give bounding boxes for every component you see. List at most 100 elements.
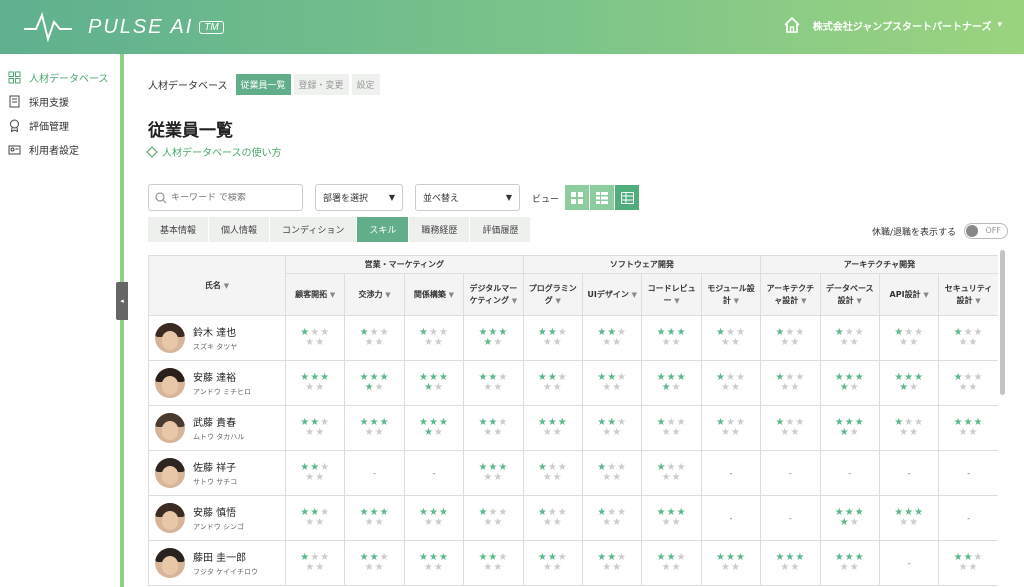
tab-basic-info[interactable]: 基本情報 — [148, 217, 209, 242]
skill-column-header[interactable]: API設計 ▼ — [878, 273, 940, 316]
view-grid-button[interactable] — [565, 185, 589, 210]
skill-column-header[interactable]: セキュリティ設計 ▼ — [938, 273, 998, 316]
star-rating: ★★★ ★★ — [597, 328, 627, 348]
subtab-register[interactable]: 登録・変更 — [293, 74, 349, 95]
company-menu[interactable]: 株式会社ジャンプスタートパートナーズ ▾ — [783, 16, 1002, 34]
avatar-face — [162, 421, 178, 440]
table-row[interactable]: 武藤 貴春 ムトウ タカハル ★★★ ★★ ★★★ ★★ ★★★ ★★ ★★★ ★★ ★★★ ★★ ★★… — [148, 405, 998, 451]
tab-personal-info[interactable]: 個人情報 — [209, 217, 270, 242]
view-list-button[interactable] — [590, 185, 614, 210]
star-rating: ★★★ ★★ — [657, 508, 687, 528]
sort-icon: ▼ — [923, 290, 929, 299]
department-select-value: 部署を選択 — [323, 194, 369, 204]
sort-icon: ▼ — [448, 290, 455, 299]
star-icon: ★ — [968, 337, 979, 348]
star-rating: ★★★ ★★ — [835, 373, 865, 393]
employee-name-cell[interactable]: 安藤 達裕 アンドウ ミチヒロ — [148, 360, 286, 406]
name-column-header[interactable]: 氏名 ▼ — [148, 255, 286, 316]
table-row[interactable]: 安藤 慎悟 アンドウ シンゴ ★★★ ★★ ★★★ ★★ ★★★ ★★ ★★★ ★★ ★★★ ★★ ★★… — [148, 495, 998, 541]
star-rating: ★★★ ★★ — [419, 508, 449, 528]
star-rating-row: ★★ — [954, 563, 984, 573]
sidebar-item-evaluation[interactable]: 評価管理 — [0, 113, 120, 137]
group-header-software: ソフトウェア開発 — [522, 255, 762, 274]
tab-career[interactable]: 職務経歴 — [409, 217, 470, 242]
star-icon: ★ — [780, 382, 791, 393]
star-icon: ★ — [909, 337, 920, 348]
star-icon: ★ — [374, 382, 385, 393]
star-icon: ★ — [671, 427, 682, 438]
show-inactive-toggle[interactable]: OFF — [964, 223, 1008, 239]
star-rating-row: ★★ — [478, 563, 508, 573]
employee: 佐藤 祥子 サトウ サチコ — [155, 458, 285, 488]
search-input[interactable] — [171, 192, 291, 203]
employee-name-cell[interactable]: 鈴木 達也 スズキ タツヤ — [148, 315, 286, 361]
table-row[interactable]: 藤田 圭一郎 フジタ ケイイチロウ ★★★ ★★ ★★★ ★★ ★★★ ★★ ★★★ ★★ ★★★ ★… — [148, 540, 998, 586]
skill-cell: ★★★ ★★ — [581, 495, 643, 541]
tab-skills[interactable]: スキル — [357, 217, 409, 242]
star-rating: ★★★ ★★ — [478, 373, 508, 393]
skill-column-header[interactable]: 交渉力 ▼ — [344, 273, 405, 316]
tab-condition[interactable]: コンディション — [270, 217, 357, 242]
tab-evaluation-history[interactable]: 評価履歴 — [470, 217, 531, 242]
view-table-button[interactable] — [615, 185, 639, 210]
star-icon: ★ — [661, 337, 672, 348]
sidebar-item-user-settings[interactable]: 利用者設定 — [0, 137, 120, 161]
sort-select[interactable]: 並べ替え ▼ — [415, 184, 520, 211]
star-rating: ★★★ ★★ — [775, 553, 805, 573]
skill-column-header[interactable]: データベース設計 ▼ — [819, 273, 880, 316]
employee-name-cell[interactable]: 武藤 貴春 ムトウ タカハル — [148, 405, 286, 451]
sort-icon: ▼ — [631, 290, 638, 299]
sidebar-collapse-handle[interactable]: ◂ — [116, 282, 128, 320]
star-icon: ★ — [780, 337, 791, 348]
star-icon: ★ — [364, 427, 375, 438]
star-rating-row: ★★ — [597, 338, 627, 348]
logo[interactable]: PULSE AI TM — [22, 12, 224, 42]
table-view-icon — [620, 191, 634, 204]
department-select[interactable]: 部署を選択 ▼ — [315, 184, 403, 211]
breadcrumb-root[interactable]: 人材データベース — [148, 77, 228, 92]
skill-cell: ★★★ ★★ — [938, 315, 998, 361]
skill-column-header[interactable]: アーキテクチャ設計 ▼ — [760, 273, 821, 316]
employee-name-cell[interactable]: 安藤 慎悟 アンドウ シンゴ — [148, 495, 286, 541]
star-icon: ★ — [968, 562, 979, 573]
skill-column-header[interactable]: 関係構築 ▼ — [403, 273, 465, 316]
skill-column-header[interactable]: コードレビュー ▼ — [641, 273, 702, 316]
skill-column-header[interactable]: デジタルマーケティング ▼ — [463, 273, 524, 316]
toggle-knob — [966, 225, 978, 237]
employee-name-cell[interactable]: 佐藤 祥子 サトウ サチコ — [148, 450, 286, 496]
sidebar-item-database[interactable]: 人材データベース — [0, 65, 120, 89]
employee-name-cell[interactable]: 藤田 圭一郎 フジタ ケイイチロウ — [148, 540, 286, 586]
star-icon: ★ — [849, 517, 860, 528]
table-row[interactable]: 安藤 達裕 アンドウ ミチヒロ ★★★ ★★ ★★★ ★★ ★★★ ★★ ★★★ ★★ ★★★ ★★ ★… — [148, 360, 998, 406]
sidebar: 人材データベース 採用支援 評価管理 利用者設定 — [0, 54, 124, 587]
star-rating-row: ★★ — [657, 518, 687, 528]
skill-column-header[interactable]: UIデザイン ▼ — [581, 273, 643, 316]
skill-column-header[interactable]: モジュール設計 ▼ — [700, 273, 762, 316]
skill-column-label: セキュリティ設計 — [944, 283, 993, 305]
search-box[interactable] — [148, 184, 303, 211]
skill-column-header[interactable]: 顧客開拓 ▼ — [284, 273, 346, 316]
star-icon: ★ — [483, 382, 494, 393]
star-icon: ★ — [602, 472, 613, 483]
skill-column-header[interactable]: プログラミング ▼ — [522, 273, 584, 316]
skills-table-container: 氏名 ▼ 営業・マーケティング ソフトウェア開発 アーキテクチャ開発 顧客開拓 … — [148, 255, 998, 587]
table-scrollbar[interactable] — [1000, 250, 1005, 395]
star-icon: ★ — [602, 562, 613, 573]
help-link[interactable]: 人材データベースの使い方 — [146, 144, 282, 159]
skill-cell: - — [878, 450, 940, 496]
subtab-employee-list[interactable]: 従業員一覧 — [235, 74, 291, 95]
star-rating-row: ★★ — [360, 518, 390, 528]
employee-name: 佐藤 祥子 — [193, 463, 237, 474]
star-rating-row: ★★ — [360, 563, 390, 573]
star-rating-row: ★★ — [657, 338, 687, 348]
star-icon: ★ — [671, 517, 682, 528]
table-row[interactable]: 佐藤 祥子 サトウ サチコ ★★★ ★★ - - ★★★ ★★ ★★★ ★★ ★★★ ★★ ★★★ ★★ -… — [148, 450, 998, 496]
sidebar-item-recruiting[interactable]: 採用支援 — [0, 89, 120, 113]
subtab-settings[interactable]: 設定 — [351, 74, 380, 95]
star-rating: ★★★ ★★ — [538, 463, 568, 483]
star-rating-row: ★★ — [894, 338, 924, 348]
skill-column-label: モジュール設計 — [707, 283, 755, 305]
no-rating: - — [848, 468, 852, 478]
table-row[interactable]: 鈴木 達也 スズキ タツヤ ★★★ ★★ ★★★ ★★ ★★★ ★★ ★★★ ★★ ★★★ ★★ ★★★… — [148, 315, 998, 361]
star-icon: ★ — [790, 382, 801, 393]
